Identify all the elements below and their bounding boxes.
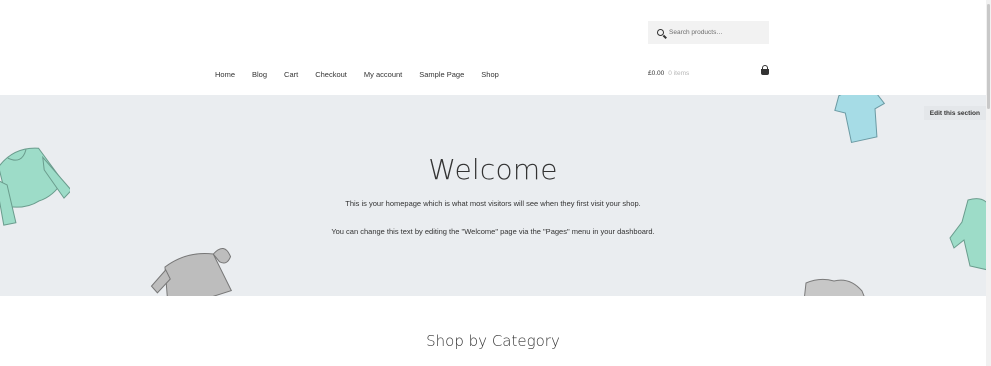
search-box[interactable] bbox=[648, 21, 769, 44]
grey-tshirt-illustration bbox=[804, 278, 865, 296]
shop-by-category-heading: Shop by Category bbox=[426, 332, 560, 350]
tshirt-illustration bbox=[834, 95, 886, 144]
sweater-illustration bbox=[150, 248, 233, 296]
hero-title: Welcome bbox=[428, 153, 558, 186]
nav-checkout[interactable]: Checkout bbox=[315, 70, 347, 79]
edit-section-button[interactable]: Edit this section bbox=[923, 106, 986, 120]
nav-my-account[interactable]: My account bbox=[364, 70, 402, 79]
cart-count: 0 items bbox=[668, 70, 690, 77]
basket-icon[interactable] bbox=[761, 65, 769, 75]
nav-shop[interactable]: Shop bbox=[481, 70, 499, 79]
hero-paragraph: You can change this text by editing the … bbox=[331, 227, 655, 236]
nav-cart[interactable]: Cart bbox=[284, 70, 298, 79]
nav-home[interactable]: Home bbox=[215, 70, 235, 79]
welcome-hero: Edit this section Welcome This is your h… bbox=[0, 95, 986, 296]
primary-navigation: Home Blog Cart Checkout My account Sampl… bbox=[215, 70, 516, 79]
nav-sample-page[interactable]: Sample Page bbox=[419, 70, 464, 79]
page-scrollbar[interactable] bbox=[986, 0, 991, 366]
search-icon bbox=[657, 29, 664, 36]
nav-blog[interactable]: Blog bbox=[252, 70, 267, 79]
scrollbar-thumb[interactable] bbox=[987, 4, 990, 109]
cart-total: £0.00 bbox=[648, 70, 665, 77]
search-input[interactable] bbox=[669, 29, 764, 36]
header-cart[interactable]: £0.00 0 items bbox=[648, 65, 769, 77]
hero-paragraph: This is your homepage which is what most… bbox=[345, 199, 641, 208]
